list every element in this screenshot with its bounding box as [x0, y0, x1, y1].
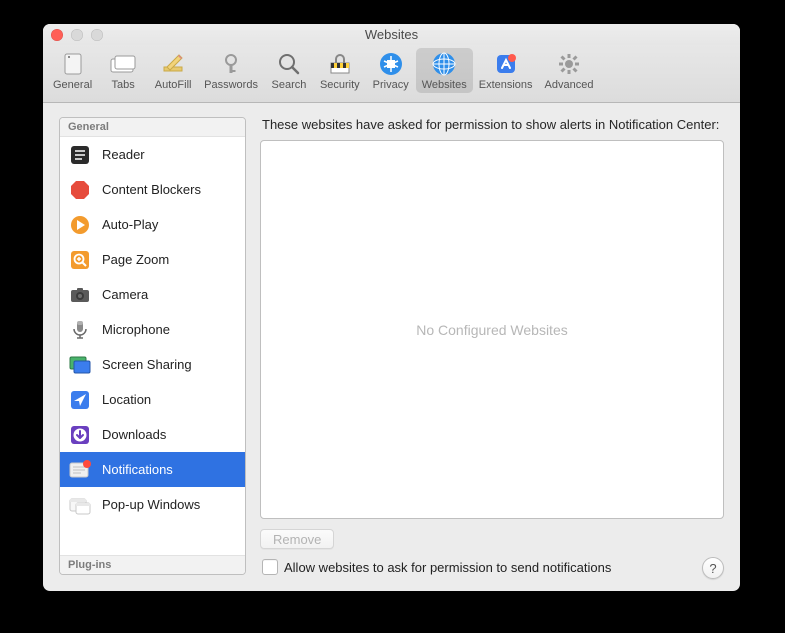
list-actions-row: Remove	[260, 529, 724, 549]
preferences-toolbar: General Tabs AutoFill Passwords Search	[43, 45, 740, 103]
sidebar-item-popup-windows[interactable]: Pop-up Windows	[60, 487, 245, 522]
sidebar-item-label: Downloads	[102, 427, 166, 442]
websites-icon	[430, 50, 458, 78]
sidebar-item-microphone[interactable]: Microphone	[60, 312, 245, 347]
preferences-window: Websites General Tabs AutoFill Pass	[43, 24, 740, 591]
privacy-icon	[377, 50, 405, 78]
content-blockers-icon	[68, 178, 92, 202]
sidebar: General Reader Content Blockers	[59, 117, 246, 575]
sidebar-item-label: Reader	[102, 147, 145, 162]
toolbar-tabs[interactable]: Tabs	[98, 48, 148, 93]
toolbar-passwords[interactable]: Passwords	[198, 48, 264, 93]
empty-state-text: No Configured Websites	[416, 322, 567, 338]
location-icon	[68, 388, 92, 412]
websites-list[interactable]: No Configured Websites	[260, 140, 724, 519]
toolbar-security[interactable]: Security	[314, 48, 366, 93]
remove-button[interactable]: Remove	[260, 529, 334, 549]
sidebar-item-label: Auto-Play	[102, 217, 158, 232]
allow-notifications-checkbox[interactable]	[262, 559, 278, 575]
sidebar-item-camera[interactable]: Camera	[60, 277, 245, 312]
notifications-icon	[68, 458, 92, 482]
sidebar-item-screen-sharing[interactable]: Screen Sharing	[60, 347, 245, 382]
popup-windows-icon	[68, 493, 92, 517]
help-button[interactable]: ?	[702, 557, 724, 579]
toolbar-extensions[interactable]: Extensions	[473, 48, 539, 93]
toolbar-label: Tabs	[112, 79, 135, 91]
toolbar-label: Privacy	[373, 79, 409, 91]
sidebar-item-label: Notifications	[102, 462, 173, 477]
allow-notifications-row[interactable]: Allow websites to ask for permission to …	[260, 559, 724, 575]
sidebar-item-page-zoom[interactable]: Page Zoom	[60, 242, 245, 277]
toolbar-advanced[interactable]: Advanced	[539, 48, 600, 93]
toolbar-label: Passwords	[204, 79, 258, 91]
window-title: Websites	[43, 27, 740, 42]
passwords-icon	[217, 50, 245, 78]
toolbar-autofill[interactable]: AutoFill	[148, 48, 198, 93]
search-icon	[275, 50, 303, 78]
auto-play-icon	[68, 213, 92, 237]
toolbar-label: Extensions	[479, 79, 533, 91]
reader-icon	[68, 143, 92, 167]
detail-pane: These websites have asked for permission…	[260, 117, 724, 575]
allow-notifications-label: Allow websites to ask for permission to …	[284, 560, 611, 575]
camera-icon	[68, 283, 92, 307]
toolbar-label: Websites	[422, 79, 467, 91]
sidebar-item-label: Location	[102, 392, 151, 407]
advanced-icon	[555, 50, 583, 78]
sidebar-group-general: General	[60, 118, 245, 137]
security-icon	[326, 50, 354, 78]
autofill-icon	[159, 50, 187, 78]
toolbar-label: Advanced	[545, 79, 594, 91]
tabs-icon	[109, 50, 137, 78]
content-area: General Reader Content Blockers	[43, 103, 740, 591]
sidebar-item-label: Page Zoom	[102, 252, 169, 267]
sidebar-item-notifications[interactable]: Notifications	[60, 452, 245, 487]
toolbar-label: Security	[320, 79, 360, 91]
sidebar-group-plugins: Plug-ins	[60, 555, 245, 574]
toolbar-label: Search	[272, 79, 307, 91]
toolbar-websites[interactable]: Websites	[416, 48, 473, 93]
toolbar-search[interactable]: Search	[264, 48, 314, 93]
extensions-icon	[492, 50, 520, 78]
sidebar-item-label: Camera	[102, 287, 148, 302]
titlebar: Websites	[43, 24, 740, 45]
screen-sharing-icon	[68, 353, 92, 377]
sidebar-item-content-blockers[interactable]: Content Blockers	[60, 172, 245, 207]
sidebar-item-label: Content Blockers	[102, 182, 201, 197]
toolbar-privacy[interactable]: Privacy	[366, 48, 416, 93]
sidebar-item-downloads[interactable]: Downloads	[60, 417, 245, 452]
microphone-icon	[68, 318, 92, 342]
general-icon	[59, 50, 87, 78]
toolbar-general[interactable]: General	[47, 48, 98, 93]
detail-heading: These websites have asked for permission…	[262, 117, 724, 132]
sidebar-item-label: Screen Sharing	[102, 357, 192, 372]
sidebar-item-location[interactable]: Location	[60, 382, 245, 417]
toolbar-label: AutoFill	[155, 79, 192, 91]
downloads-icon	[68, 423, 92, 447]
sidebar-item-label: Microphone	[102, 322, 170, 337]
sidebar-item-reader[interactable]: Reader	[60, 137, 245, 172]
toolbar-label: General	[53, 79, 92, 91]
page-zoom-icon	[68, 248, 92, 272]
sidebar-item-label: Pop-up Windows	[102, 497, 200, 512]
sidebar-item-auto-play[interactable]: Auto-Play	[60, 207, 245, 242]
sidebar-list: Reader Content Blockers Auto-Play	[60, 137, 245, 555]
